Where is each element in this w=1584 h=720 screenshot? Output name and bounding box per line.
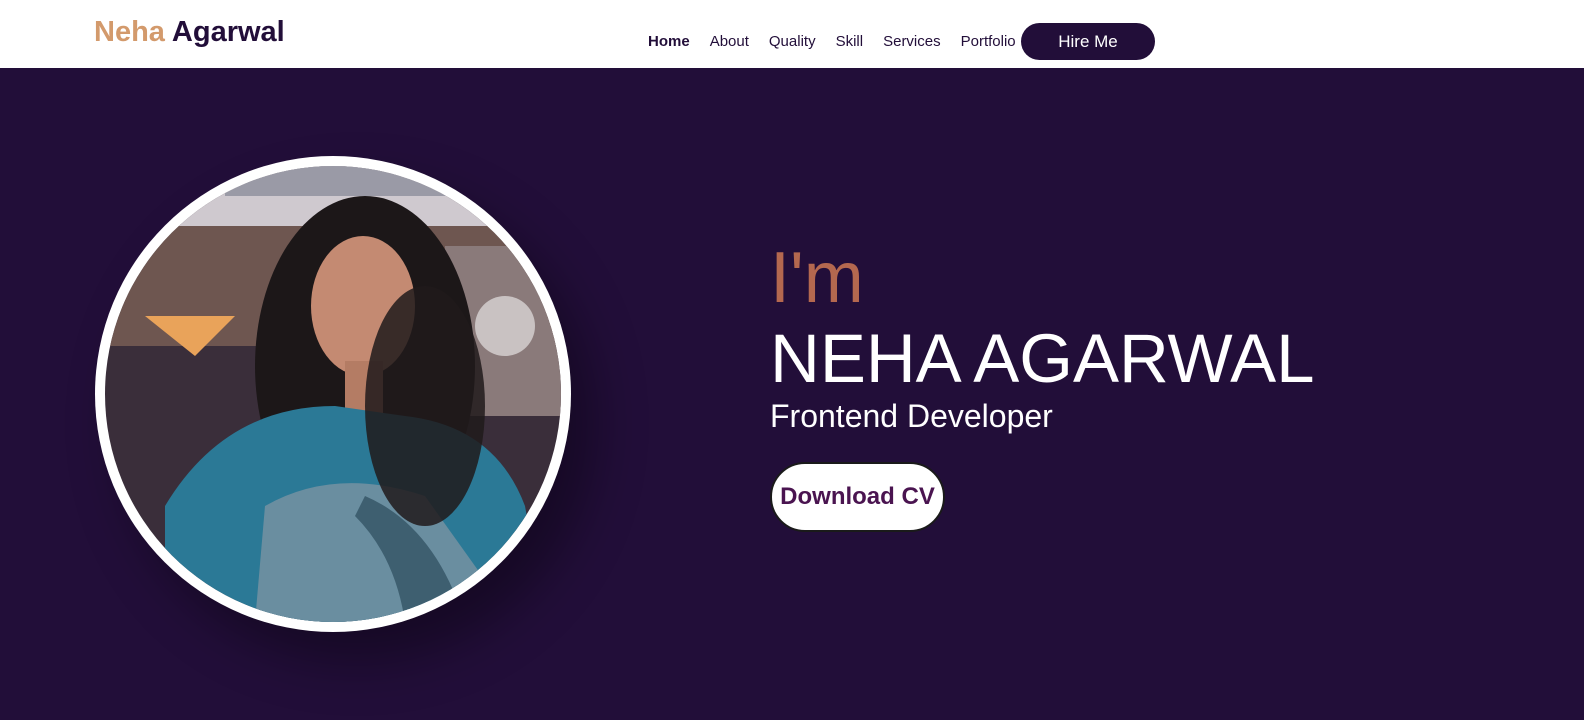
profile-photo-frame: [95, 156, 571, 632]
nav-skill[interactable]: Skill: [836, 33, 864, 50]
hero-section: I'm NEHA AGARWAL Frontend Developer Down…: [0, 68, 1584, 720]
nav-portfolio[interactable]: Portfolio: [961, 33, 1016, 50]
portrait-illustration: [105, 166, 561, 622]
nav-home[interactable]: Home: [648, 33, 690, 50]
hero-intro: I'm NEHA AGARWAL Frontend Developer Down…: [770, 242, 1315, 532]
hero-name: NEHA AGARWAL: [770, 320, 1315, 397]
site-logo[interactable]: Neha Agarwal: [94, 16, 285, 49]
main-nav: Home About Quality Skill Services Portfo…: [648, 33, 1016, 50]
download-cv-button[interactable]: Download CV: [770, 462, 945, 532]
greeting-text: I'm: [770, 238, 864, 318]
logo-last-name: Agarwal: [171, 16, 285, 48]
nav-quality[interactable]: Quality: [769, 33, 816, 50]
nav-services[interactable]: Services: [883, 33, 941, 50]
profile-photo: [105, 166, 561, 622]
hero-role: Frontend Developer: [770, 398, 1053, 434]
nav-about[interactable]: About: [710, 33, 749, 50]
logo-first-name: Neha: [94, 16, 165, 48]
hire-me-button[interactable]: Hire Me: [1021, 23, 1155, 60]
navbar: Neha Agarwal Home About Quality Skill Se…: [0, 0, 1584, 68]
